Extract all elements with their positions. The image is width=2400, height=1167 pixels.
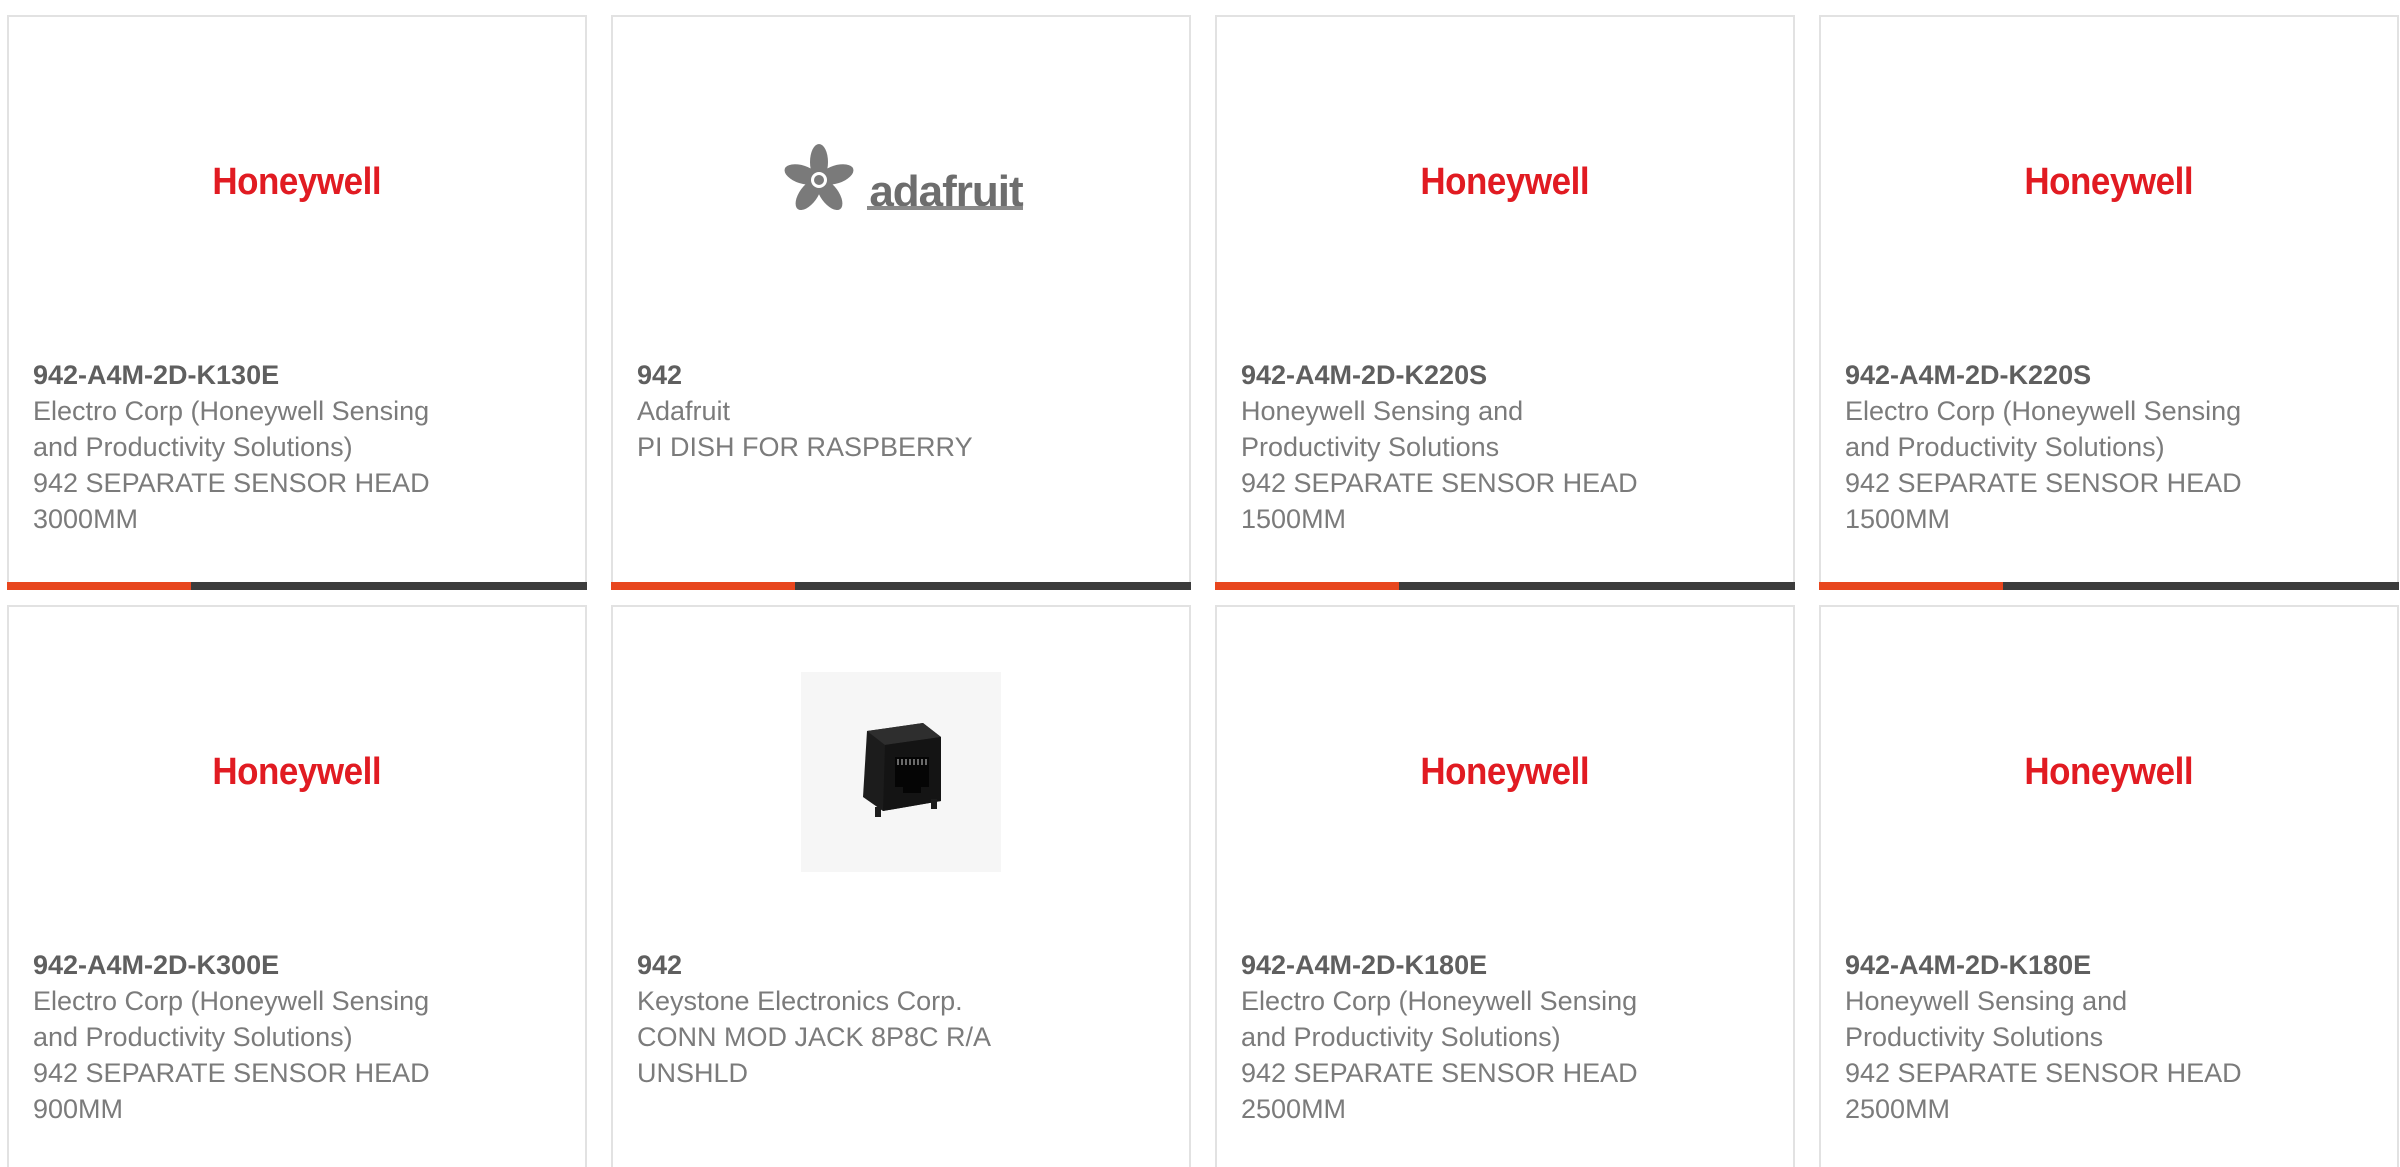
- product-grid: Honeywell 942-A4M-2D-K130E Electro Corp …: [0, 0, 2400, 1167]
- product-image[interactable]: [613, 607, 1189, 937]
- description-line-1: PI DISH FOR RASPBERRY: [637, 432, 973, 462]
- honeywell-logo: Honeywell: [2024, 160, 2194, 203]
- honeywell-logo: Honeywell: [1420, 750, 1590, 793]
- part-number-link[interactable]: 942-A4M-2D-K220S: [1845, 357, 2285, 393]
- description-line-2: 1500MM: [1845, 504, 1951, 534]
- description-line-2: 2500MM: [1241, 1094, 1347, 1124]
- product-card[interactable]: Honeywell 942-A4M-2D-K300E Electro Corp …: [7, 605, 587, 1167]
- card-accent-bar: [611, 582, 795, 590]
- manufacturer-line-2: Productivity Solutions: [1241, 432, 1500, 462]
- product-card[interactable]: Honeywell 942-A4M-2D-K220S Honeywell Sen…: [1215, 15, 1795, 590]
- product-info: 942-A4M-2D-K300E Electro Corp (Honeywell…: [33, 947, 473, 1127]
- card-bottom-bar: [611, 582, 1191, 590]
- card-bottom-bar: [1215, 582, 1795, 590]
- part-number-link[interactable]: 942: [637, 357, 1077, 393]
- part-number-link[interactable]: 942-A4M-2D-K300E: [33, 947, 473, 983]
- product-card[interactable]: Honeywell 942-A4M-2D-K180E Electro Corp …: [1215, 605, 1795, 1167]
- description-line-1: 942 SEPARATE SENSOR HEAD: [1241, 1058, 1638, 1088]
- adafruit-logo: adafruit: [779, 142, 1024, 222]
- card-accent-bar: [7, 582, 191, 590]
- description-line-2: UNSHLD: [637, 1058, 749, 1088]
- product-image[interactable]: Honeywell: [1821, 17, 2397, 347]
- manufacturer-line-1: Electro Corp (Honeywell Sensing: [33, 396, 430, 426]
- card-bottom-bar: [7, 582, 587, 590]
- flower-icon: [784, 144, 854, 211]
- product-info: 942-A4M-2D-K220S Honeywell Sensing and P…: [1241, 357, 1681, 537]
- description-line-1: 942 SEPARATE SENSOR HEAD: [1845, 1058, 2242, 1088]
- description-line-1: 942 SEPARATE SENSOR HEAD: [33, 468, 430, 498]
- manufacturer-line-2: Productivity Solutions: [1845, 1022, 2104, 1052]
- product-image[interactable]: Honeywell: [9, 17, 585, 347]
- product-image[interactable]: Honeywell: [1217, 607, 1793, 937]
- product-info: 942-A4M-2D-K220S Electro Corp (Honeywell…: [1845, 357, 2285, 537]
- manufacturer-line-1: Electro Corp (Honeywell Sensing: [1845, 396, 2242, 426]
- product-info: 942-A4M-2D-K180E Electro Corp (Honeywell…: [1241, 947, 1681, 1127]
- part-number-link[interactable]: 942-A4M-2D-K130E: [33, 357, 473, 393]
- manufacturer-line-2: and Productivity Solutions): [1241, 1022, 1561, 1052]
- modular-jack-photo: [801, 672, 1001, 872]
- description-line-2: 2500MM: [1845, 1094, 1951, 1124]
- description-line-2: 900MM: [33, 1094, 124, 1124]
- honeywell-logo: Honeywell: [212, 750, 382, 793]
- card-accent-bar: [1215, 582, 1399, 590]
- description-line-1: CONN MOD JACK 8P8C R/A: [637, 1022, 992, 1052]
- part-number-link[interactable]: 942-A4M-2D-K220S: [1241, 357, 1681, 393]
- part-number-link[interactable]: 942: [637, 947, 1077, 983]
- card-accent-bar: [1819, 582, 2003, 590]
- product-image[interactable]: Honeywell: [9, 607, 585, 937]
- manufacturer-line-2: and Productivity Solutions): [33, 432, 353, 462]
- part-number-link[interactable]: 942-A4M-2D-K180E: [1845, 947, 2285, 983]
- adafruit-underline: [867, 206, 1023, 210]
- product-info: 942 Adafruit PI DISH FOR RASPBERRY: [637, 357, 1077, 465]
- description-line-1: 942 SEPARATE SENSOR HEAD: [33, 1058, 430, 1088]
- honeywell-logo: Honeywell: [1420, 160, 1590, 203]
- manufacturer-line-1: Adafruit: [637, 396, 731, 426]
- product-image[interactable]: Honeywell: [1217, 17, 1793, 347]
- description-line-2: 3000MM: [33, 504, 139, 534]
- manufacturer-line-1: Honeywell Sensing and: [1241, 396, 1524, 426]
- card-bottom-bar: [1819, 582, 2399, 590]
- product-card[interactable]: Honeywell 942-A4M-2D-K180E Honeywell Sen…: [1819, 605, 2399, 1167]
- manufacturer-line-1: Honeywell Sensing and: [1845, 986, 2128, 1016]
- product-image[interactable]: adafruit: [613, 17, 1189, 347]
- product-card[interactable]: Honeywell 942-A4M-2D-K130E Electro Corp …: [7, 15, 587, 590]
- manufacturer-line-1: Electro Corp (Honeywell Sensing: [33, 986, 430, 1016]
- manufacturer-line-2: and Productivity Solutions): [1845, 432, 2165, 462]
- manufacturer-line-2: and Productivity Solutions): [33, 1022, 353, 1052]
- manufacturer-line-1: Electro Corp (Honeywell Sensing: [1241, 986, 1638, 1016]
- honeywell-logo: Honeywell: [212, 160, 382, 203]
- description-line-1: 942 SEPARATE SENSOR HEAD: [1845, 468, 2242, 498]
- product-info: 942 Keystone Electronics Corp. CONN MOD …: [637, 947, 1077, 1091]
- product-info: 942-A4M-2D-K130E Electro Corp (Honeywell…: [33, 357, 473, 537]
- description-line-2: 1500MM: [1241, 504, 1347, 534]
- part-number-link[interactable]: 942-A4M-2D-K180E: [1241, 947, 1681, 983]
- product-card[interactable]: Honeywell 942-A4M-2D-K220S Electro Corp …: [1819, 15, 2399, 590]
- description-line-1: 942 SEPARATE SENSOR HEAD: [1241, 468, 1638, 498]
- honeywell-logo: Honeywell: [2024, 750, 2194, 793]
- manufacturer-line-1: Keystone Electronics Corp.: [637, 986, 963, 1016]
- product-card[interactable]: 942 Keystone Electronics Corp. CONN MOD …: [611, 605, 1191, 1167]
- product-info: 942-A4M-2D-K180E Honeywell Sensing and P…: [1845, 947, 2285, 1127]
- product-card[interactable]: adafruit 942 Adafruit PI DISH FOR RASPBE…: [611, 15, 1191, 590]
- rj45-jack-icon: [863, 723, 941, 817]
- product-image[interactable]: Honeywell: [1821, 607, 2397, 937]
